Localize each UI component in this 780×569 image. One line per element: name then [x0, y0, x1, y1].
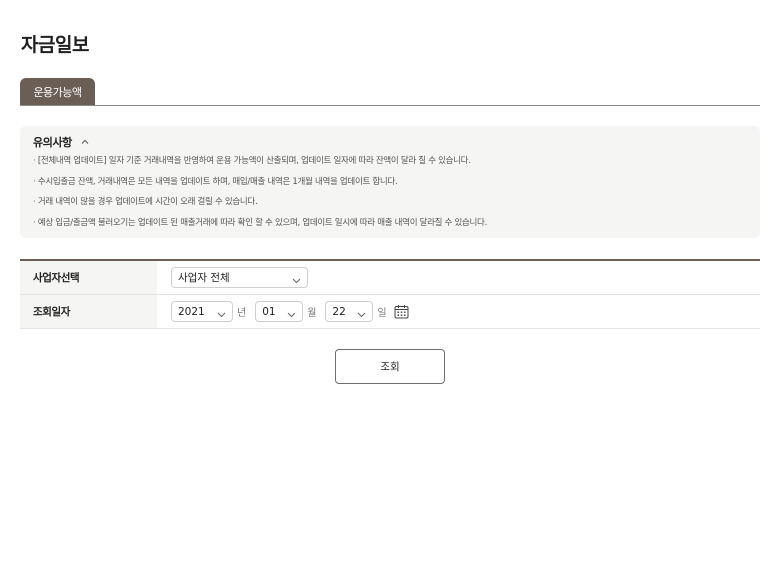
form-row-date: 조회일자 2021 년 01 월 22 일 — [20, 295, 760, 329]
form-row-business: 사업자선택 사업자 전체 — [20, 261, 760, 295]
notice-header[interactable]: 유의사항 — [33, 135, 747, 149]
chevron-down-icon — [292, 275, 301, 283]
page-title: 자금일보 — [21, 34, 89, 56]
notice-item: [전체내역 업데이트] 일자 기준 거래내역을 반영하여 운용 가능액이 산출되… — [33, 156, 747, 166]
chevron-down-icon — [287, 309, 296, 317]
tab-bar: 운용가능액 — [20, 78, 760, 106]
notice-item: 예상 입금/출금액 불러오기는 업데이트 된 매출거래에 따라 확인 할 수 있… — [33, 218, 747, 228]
chevron-down-icon — [217, 309, 226, 317]
notice-list: [전체내역 업데이트] 일자 기준 거래내역을 반영하여 운용 가능액이 산출되… — [33, 156, 747, 228]
chevron-down-icon — [357, 309, 366, 317]
business-field: 사업자 전체 — [157, 261, 760, 294]
date-label: 조회일자 — [20, 295, 157, 328]
date-field: 2021 년 01 월 22 일 — [157, 295, 760, 328]
day-select-value: 22 — [332, 305, 346, 318]
year-unit: 년 — [237, 308, 247, 319]
notice-item: 거래 내역이 많을 경우 업데이트에 시간이 오래 걸릴 수 있습니다. — [33, 197, 747, 207]
month-select[interactable]: 01 — [255, 301, 304, 322]
search-button[interactable]: 조회 — [335, 349, 445, 384]
business-select[interactable]: 사업자 전체 — [171, 267, 308, 288]
day-select[interactable]: 22 — [325, 301, 374, 322]
notice-item: 수시입출금 잔액, 거래내역은 모든 내역을 업데이트 하며, 매입/매출 내역… — [33, 177, 747, 187]
notice-title: 유의사항 — [33, 136, 72, 149]
chevron-up-icon[interactable] — [80, 137, 90, 147]
notice-panel: 유의사항 [전체내역 업데이트] 일자 기준 거래내역을 반영하여 운용 가능액… — [20, 126, 760, 238]
month-select-value: 01 — [262, 305, 276, 318]
business-label: 사업자선택 — [20, 261, 157, 294]
search-form: 사업자선택 사업자 전체 조회일자 2021 년 01 월 22 일 — [20, 259, 760, 329]
year-select[interactable]: 2021 — [171, 301, 233, 322]
year-select-value: 2021 — [178, 305, 205, 318]
month-unit: 월 — [307, 308, 317, 319]
tab-available-funds[interactable]: 운용가능액 — [20, 78, 95, 105]
day-unit: 일 — [377, 308, 387, 319]
calendar-icon[interactable] — [394, 304, 409, 319]
business-select-value: 사업자 전체 — [178, 272, 230, 284]
